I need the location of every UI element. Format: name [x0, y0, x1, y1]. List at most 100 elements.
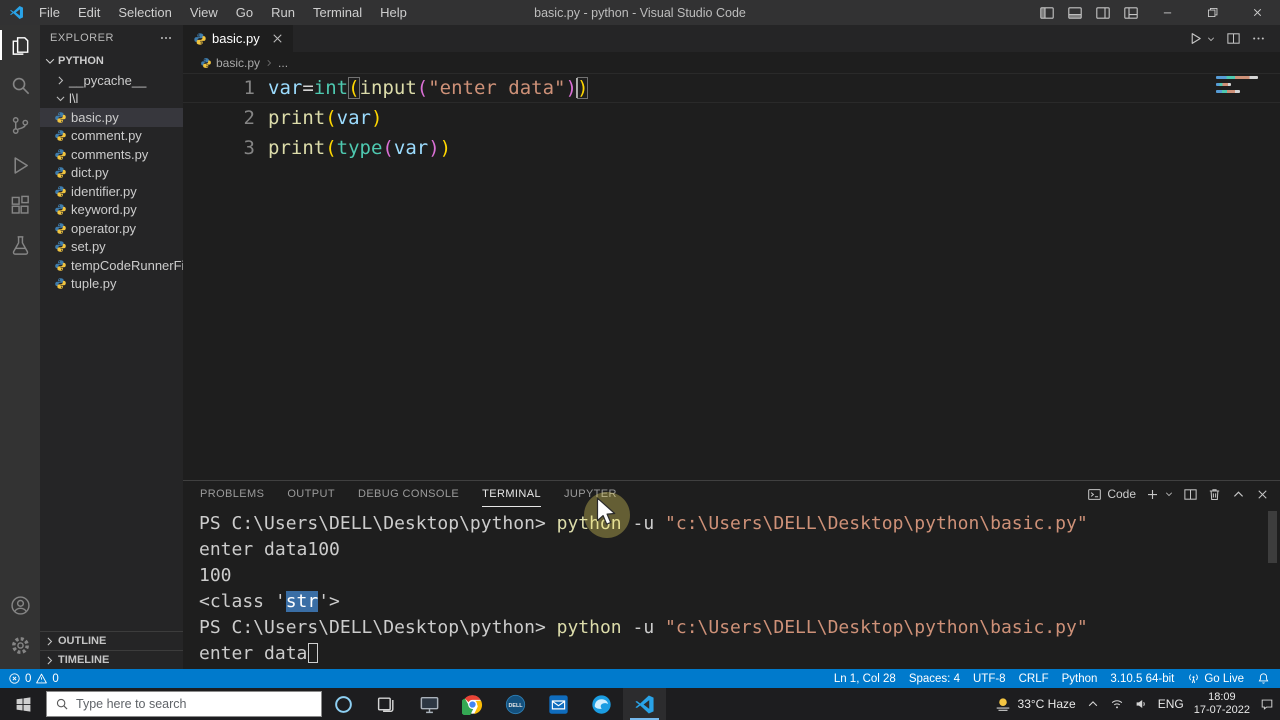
terminal-scrollbar[interactable]: [1268, 511, 1277, 563]
file-tree-item-dict-py[interactable]: dict.py: [40, 164, 183, 183]
status-label: UTF-8: [973, 673, 1006, 685]
activity-run-debug[interactable]: [0, 145, 40, 185]
minimize-button[interactable]: [1145, 0, 1190, 25]
restore-button[interactable]: [1190, 0, 1235, 25]
kill-terminal-button[interactable]: [1207, 487, 1222, 502]
sidebar-section-timeline[interactable]: TIMELINE: [40, 650, 183, 669]
file-tree-item-basic-py[interactable]: basic.py: [40, 108, 183, 127]
action-center-icon[interactable]: [1260, 697, 1274, 711]
input-language-indicator[interactable]: ENG: [1158, 697, 1184, 711]
breadcrumb-file[interactable]: basic.py: [216, 56, 260, 70]
taskbar-app-task-view[interactable]: [365, 688, 408, 720]
split-terminal-button[interactable]: [1183, 487, 1198, 502]
activity-search[interactable]: [0, 65, 40, 105]
file-tree-item-tuple-py[interactable]: tuple.py: [40, 275, 183, 294]
split-editor-button[interactable]: [1226, 31, 1241, 46]
activity-testing[interactable]: [0, 225, 40, 265]
toggle-panel-button[interactable]: [1061, 0, 1089, 25]
task-view-icon: [376, 694, 397, 715]
code-editor[interactable]: 1var=int(input("enter data"))2print(var)…: [183, 73, 1280, 480]
terminal-output[interactable]: PS C:\Users\DELL\Desktop\python> python …: [183, 507, 1280, 669]
file-tree-item-pycache[interactable]: __pycache__: [40, 71, 183, 90]
status-python-interpreter[interactable]: 3.10.5 64-bit: [1110, 673, 1174, 685]
taskbar-search[interactable]: [46, 691, 322, 717]
folder-section-python[interactable]: PYTHON: [40, 51, 183, 71]
tab-basic-py[interactable]: basic.py: [183, 25, 293, 52]
menu-file[interactable]: File: [30, 0, 69, 25]
taskbar-app-vscode[interactable]: [623, 688, 666, 720]
editor-group: basic.py basic.py ... 1var=int(input("en…: [183, 25, 1280, 669]
status-language-mode[interactable]: Python: [1062, 673, 1098, 685]
activity-files[interactable]: [0, 25, 40, 65]
menu-selection[interactable]: Selection: [109, 0, 180, 25]
explorer-header: EXPLORER: [40, 25, 183, 51]
file-tree-item-comments-py[interactable]: comments.py: [40, 145, 183, 164]
breadcrumb-symbol[interactable]: ...: [278, 56, 288, 70]
file-tree-item-keyword-py[interactable]: keyword.py: [40, 201, 183, 220]
run-python-file-button[interactable]: [1188, 31, 1203, 46]
toggle-secondary-sidebar-button[interactable]: [1089, 0, 1117, 25]
customize-layout-button[interactable]: [1117, 0, 1145, 25]
panel-tab-jupyter[interactable]: JUPYTER: [564, 481, 617, 507]
network-icon[interactable]: [1110, 697, 1124, 711]
taskbar-app-cortana[interactable]: [322, 688, 365, 720]
explorer-more-actions-icon[interactable]: [159, 31, 173, 45]
terminal-token: -u: [622, 513, 665, 534]
menu-run[interactable]: Run: [262, 0, 304, 25]
file-tree-item-identifier-py[interactable]: identifier.py: [40, 182, 183, 201]
terminal-profile-dropdown-icon[interactable]: [1164, 489, 1174, 499]
tray-expand-icon[interactable]: [1086, 697, 1100, 711]
status-go-live[interactable]: Go Live: [1187, 672, 1244, 685]
panel-tab-debug-console[interactable]: DEBUG CONSOLE: [358, 481, 459, 507]
python-file-icon: [200, 57, 212, 69]
taskbar-clock[interactable]: 18:09 17-07-2022: [1194, 691, 1250, 717]
file-tree-item-tempcoderunnerfile[interactable]: tempCodeRunnerFile....: [40, 256, 183, 275]
taskbar-app-dell[interactable]: DELL: [494, 688, 537, 720]
terminal-profile-label[interactable]: Code: [1107, 487, 1136, 501]
menu-go[interactable]: Go: [227, 0, 262, 25]
panel-tab-problems[interactable]: PROBLEMS: [200, 481, 264, 507]
status-encoding[interactable]: UTF-8: [973, 673, 1006, 685]
editor-more-actions-button[interactable]: [1251, 31, 1266, 46]
notifications-bell-icon[interactable]: [1257, 672, 1270, 685]
sidebar-section-outline[interactable]: OUTLINE: [40, 631, 183, 650]
minimap[interactable]: [1216, 76, 1264, 97]
menu-help[interactable]: Help: [371, 0, 416, 25]
menu-view[interactable]: View: [181, 0, 227, 25]
volume-icon[interactable]: [1134, 697, 1148, 711]
activity-account[interactable]: [0, 585, 40, 625]
activity-extensions[interactable]: [0, 185, 40, 225]
toggle-sidebar-button[interactable]: [1033, 0, 1061, 25]
taskbar-search-input[interactable]: [76, 697, 291, 711]
python-file-icon: [54, 111, 67, 124]
status-cursor-position[interactable]: Ln 1, Col 28: [834, 673, 896, 685]
taskbar-app-chrome[interactable]: [451, 688, 494, 720]
activity-settings-gear[interactable]: [0, 625, 40, 665]
file-tree-item-operator-py[interactable]: operator.py: [40, 219, 183, 238]
editor-tab-bar: basic.py: [183, 25, 1280, 52]
maximize-panel-button[interactable]: [1231, 487, 1246, 502]
status-problems[interactable]: 0 0: [8, 672, 59, 685]
file-tree-item-comment-py[interactable]: comment.py: [40, 127, 183, 146]
taskbar-app-mail[interactable]: [537, 688, 580, 720]
status-indentation[interactable]: Spaces: 4: [909, 673, 960, 685]
status-eol[interactable]: CRLF: [1019, 673, 1049, 685]
taskbar-app-edge[interactable]: [580, 688, 623, 720]
python-file-icon: [54, 166, 67, 179]
taskbar-weather[interactable]: 33°C Haze: [994, 695, 1076, 713]
file-tree-item-l-l[interactable]: l\l: [40, 90, 183, 109]
activity-source-control[interactable]: [0, 105, 40, 145]
close-tab-icon[interactable]: [270, 31, 285, 46]
menu-terminal[interactable]: Terminal: [304, 0, 371, 25]
close-window-button[interactable]: [1235, 0, 1280, 25]
menu-edit[interactable]: Edit: [69, 0, 109, 25]
taskbar-app-monitor-app[interactable]: [408, 688, 451, 720]
file-tree-item-set-py[interactable]: set.py: [40, 238, 183, 257]
panel-tab-terminal[interactable]: TERMINAL: [482, 481, 541, 507]
layout-panel-icon: [1067, 5, 1083, 21]
start-button[interactable]: [0, 688, 46, 720]
close-panel-button[interactable]: [1255, 487, 1270, 502]
run-options-chevron-icon[interactable]: [1206, 34, 1216, 44]
new-terminal-button[interactable]: [1145, 487, 1160, 502]
panel-tab-output[interactable]: OUTPUT: [287, 481, 335, 507]
